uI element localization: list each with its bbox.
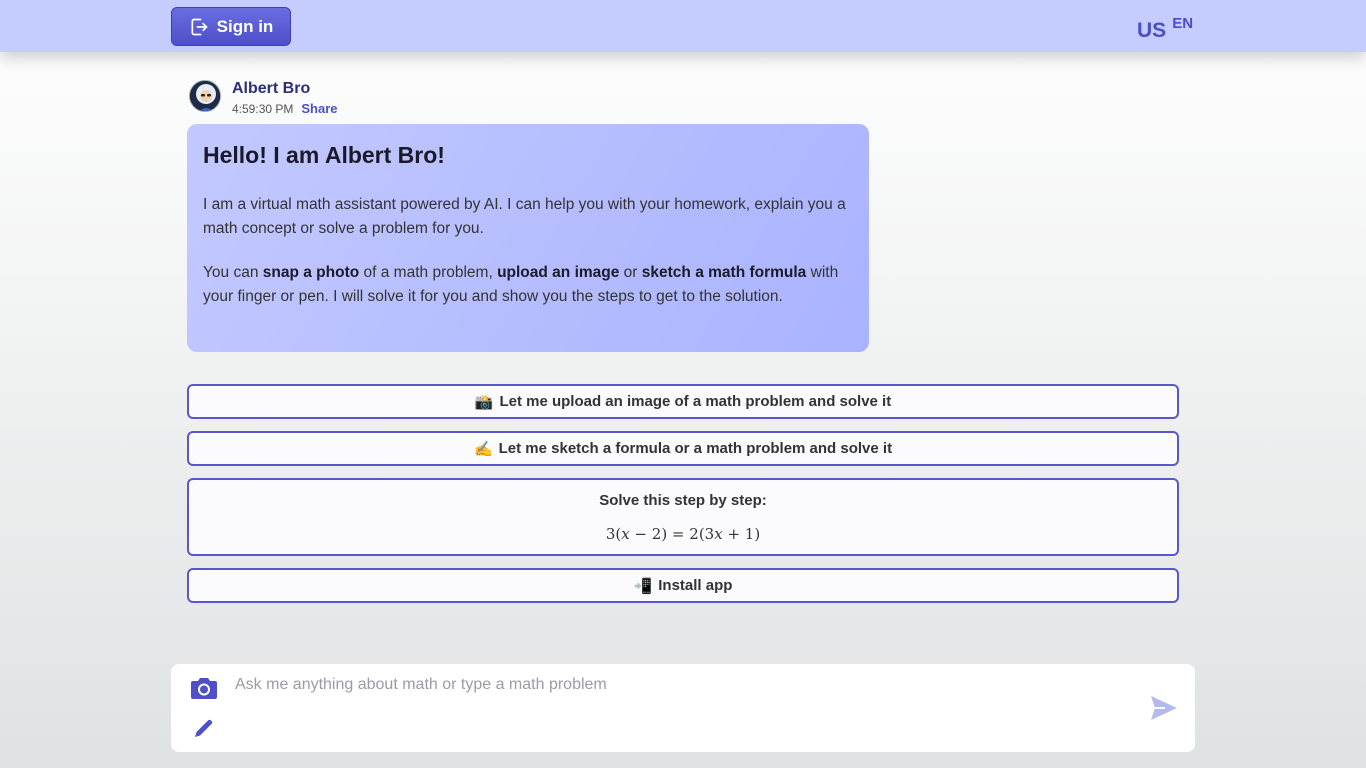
example-formula: 3(𝑥 − 2) = 2(3𝑥 + 1) [605, 524, 761, 543]
chat-input[interactable] [235, 674, 1135, 696]
sign-in-icon [191, 18, 207, 35]
send-icon[interactable] [1149, 694, 1179, 722]
solve-step-by-step-suggestion-button[interactable]: Solve this step by step: 3(𝑥 − 2) = 2(3𝑥… [187, 478, 1179, 556]
pencil-icon[interactable] [192, 716, 216, 740]
sign-in-button[interactable]: Sign in [171, 7, 291, 46]
message-title: Hello! I am Albert Bro! [203, 142, 445, 168]
suggestion-label: Let me upload an image of a math problem… [499, 393, 892, 410]
language-code: EN [1172, 15, 1194, 32]
upload-image-suggestion-button[interactable]: 📸 Let me upload an image of a math probl… [187, 384, 1179, 419]
albert-avatar-icon [190, 81, 220, 111]
sketch-formula-suggestion-button[interactable]: ✍️ Let me sketch a formula or a math pro… [187, 431, 1179, 466]
language-selector[interactable]: US EN [1137, 16, 1193, 41]
suggestion-label: Let me sketch a formula or a math proble… [498, 440, 893, 457]
sign-in-label: Sign in [216, 16, 274, 36]
assistant-message: Hello! I am Albert Bro! I am a virtual m… [187, 124, 869, 352]
share-link[interactable]: Share [301, 101, 337, 116]
message-time: 4:59:30 PM [232, 102, 294, 116]
avatar [189, 80, 221, 112]
author-name: Albert Bro [232, 80, 311, 97]
suggestion-label: Solve this step by step: [599, 491, 767, 509]
message-meta: 4:59:30 PM Share [232, 101, 338, 116]
message-paragraph-1: I am a virtual math assistant powered by… [203, 196, 846, 237]
message-paragraph-2: You can snap a photo of a math problem, … [203, 264, 839, 305]
camera-flash-icon: 📸 [474, 393, 494, 411]
top-bar: Sign in US EN [0, 0, 1366, 52]
install-app-button[interactable]: 📲 Install app [187, 568, 1179, 603]
writing-hand-icon: ✍️ [473, 440, 493, 458]
camera-icon[interactable] [189, 674, 219, 702]
suggestion-label: Install app [658, 577, 733, 594]
country-code: US [1137, 19, 1167, 42]
chat-input-box [171, 664, 1195, 752]
mobile-arrow-icon: 📲 [633, 577, 653, 595]
